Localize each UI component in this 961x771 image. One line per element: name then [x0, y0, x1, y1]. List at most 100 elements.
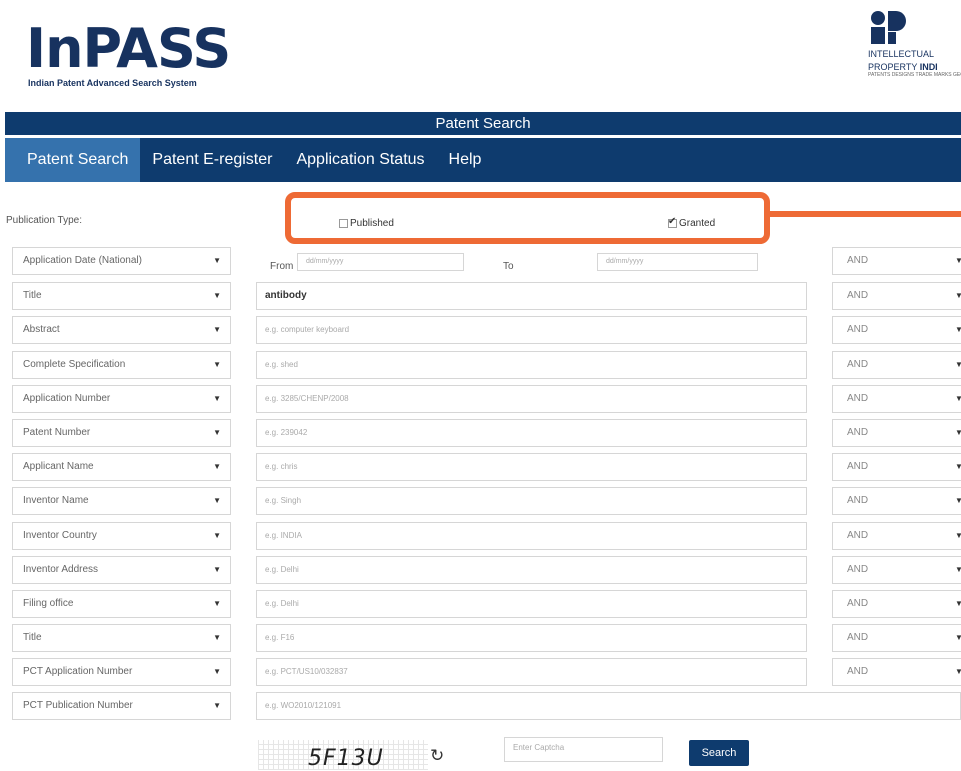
search-row: Application Number ▼ e.g. 3285/CHENP/2008… [0, 385, 961, 413]
search-input[interactable]: antibody [256, 282, 807, 310]
operator-select[interactable]: AND ▼ [832, 487, 961, 515]
search-input[interactable]: e.g. 3285/CHENP/2008 [256, 385, 807, 413]
search-row: Inventor Address ▼ e.g. Delhi AND ▼ [0, 556, 961, 584]
search-input[interactable]: e.g. F16 [256, 624, 807, 652]
operator-select[interactable]: AND ▼ [832, 522, 961, 550]
captcha-image: 5F13U [258, 740, 428, 771]
ip-logo-line2: PROPERTY INDI [868, 62, 938, 72]
search-input[interactable]: e.g. 239042 [256, 419, 807, 447]
field-select[interactable]: Filing office ▼ [12, 590, 231, 618]
highlight-box [285, 192, 770, 244]
dropdown-arrow-icon: ▼ [955, 599, 961, 608]
field-select[interactable]: Inventor Name ▼ [12, 487, 231, 515]
dropdown-arrow-icon: ▼ [213, 462, 221, 471]
dropdown-arrow-icon: ▼ [955, 291, 961, 300]
captcha-input[interactable]: Enter Captcha [504, 737, 663, 762]
captcha-text: 5F13U [308, 746, 384, 771]
operator-select[interactable]: AND ▼ [832, 624, 961, 652]
date-row: Application Date (National) ▼ From dd/mm/… [0, 247, 961, 275]
operator-select[interactable]: AND ▼ [832, 419, 961, 447]
field-select[interactable]: Title ▼ [12, 282, 231, 310]
search-row: Abstract ▼ e.g. computer keyboard AND ▼ [0, 316, 961, 344]
dropdown-arrow-icon: ▼ [955, 496, 961, 505]
dropdown-arrow-icon: ▼ [213, 565, 221, 574]
field-select[interactable]: Application Number ▼ [12, 385, 231, 413]
dropdown-arrow-icon: ▼ [955, 462, 961, 471]
search-row: Patent Number ▼ e.g. 239042 AND ▼ [0, 419, 961, 447]
search-row: Filing office ▼ e.g. Delhi AND ▼ [0, 590, 961, 618]
dropdown-arrow-icon: ▼ [213, 291, 221, 300]
operator-select[interactable]: AND ▼ [832, 316, 961, 344]
search-input[interactable]: e.g. Singh [256, 487, 807, 515]
operator-select[interactable]: AND ▼ [832, 351, 961, 379]
search-row: Title ▼ antibody AND ▼ [0, 282, 961, 310]
dropdown-arrow-icon: ▼ [213, 256, 221, 265]
dropdown-arrow-icon: ▼ [213, 428, 221, 437]
search-input[interactable]: e.g. computer keyboard [256, 316, 807, 344]
dropdown-arrow-icon: ▼ [955, 667, 961, 676]
search-row: Inventor Country ▼ e.g. INDIA AND ▼ [0, 522, 961, 550]
header: InPASS Indian Patent Advanced Search Sys… [0, 0, 961, 110]
operator-select[interactable]: AND ▼ [832, 590, 961, 618]
field-select[interactable]: Complete Specification ▼ [12, 351, 231, 379]
dropdown-arrow-icon: ▼ [955, 531, 961, 540]
field-select[interactable]: PCT Publication Number ▼ [12, 692, 231, 720]
operator-select[interactable]: AND ▼ [832, 282, 961, 310]
search-input[interactable]: e.g. INDIA [256, 522, 807, 550]
dropdown-arrow-icon: ▼ [955, 565, 961, 574]
operator-select[interactable]: AND ▼ [832, 385, 961, 413]
ip-india-logo: INTELLECTUAL PROPERTY INDI PATENTS DESIG… [868, 10, 961, 100]
field-select[interactable]: Inventor Address ▼ [12, 556, 231, 584]
search-input[interactable]: e.g. chris [256, 453, 807, 481]
dropdown-arrow-icon: ▼ [213, 325, 221, 334]
nav-help[interactable]: Help [437, 138, 494, 182]
search-button[interactable]: Search [689, 740, 749, 766]
dropdown-arrow-icon: ▼ [213, 633, 221, 642]
field-select[interactable]: Title ▼ [12, 624, 231, 652]
field-select[interactable]: PCT Application Number ▼ [12, 658, 231, 686]
search-row: PCT Application Number ▼ e.g. PCT/US10/03… [0, 658, 961, 686]
field-select[interactable]: Application Date (National) ▼ [12, 247, 231, 275]
operator-select[interactable]: AND ▼ [832, 247, 961, 275]
inpass-logo[interactable]: InPASS Indian Patent Advanced Search Sys… [26, 17, 231, 89]
search-row: Complete Specification ▼ e.g. shed AND ▼ [0, 351, 961, 379]
to-label: To [503, 261, 514, 272]
dropdown-arrow-icon: ▼ [213, 667, 221, 676]
refresh-icon[interactable]: ↻ [430, 747, 444, 764]
dropdown-arrow-icon: ▼ [213, 531, 221, 540]
logo-text: InPASS [26, 17, 231, 80]
from-date-input[interactable]: dd/mm/yyyy [297, 253, 464, 271]
dropdown-arrow-icon: ▼ [955, 633, 961, 642]
from-label: From [270, 261, 294, 272]
search-input[interactable]: e.g. Delhi [256, 590, 807, 618]
operator-select[interactable]: AND ▼ [832, 658, 961, 686]
search-input[interactable]: e.g. WO2010/121091 [256, 692, 961, 720]
to-date-input[interactable]: dd/mm/yyyy [597, 253, 758, 271]
dropdown-arrow-icon: ▼ [955, 394, 961, 403]
ip-logo-icon [871, 11, 906, 44]
nav-application-status[interactable]: Application Status [284, 138, 436, 182]
search-row: Inventor Name ▼ e.g. Singh AND ▼ [0, 487, 961, 515]
nav-patent-search[interactable]: Patent Search [5, 138, 141, 182]
dropdown-arrow-icon: ▼ [213, 599, 221, 608]
field-select[interactable]: Patent Number ▼ [12, 419, 231, 447]
search-input[interactable]: e.g. shed [256, 351, 807, 379]
field-select[interactable]: Applicant Name ▼ [12, 453, 231, 481]
field-select[interactable]: Inventor Country ▼ [12, 522, 231, 550]
search-input[interactable]: e.g. Delhi [256, 556, 807, 584]
dropdown-arrow-icon: ▼ [213, 496, 221, 505]
page-title-bar: Patent Search [5, 112, 961, 135]
search-row: PCT Publication Number ▼ e.g. WO2010/1210… [0, 692, 961, 720]
ip-logo-line1: INTELLECTUAL [868, 49, 935, 59]
dropdown-arrow-icon: ▼ [955, 256, 961, 265]
search-input[interactable]: e.g. PCT/US10/032837 [256, 658, 807, 686]
dropdown-arrow-icon: ▼ [955, 360, 961, 369]
dropdown-arrow-icon: ▼ [213, 394, 221, 403]
field-select[interactable]: Abstract ▼ [12, 316, 231, 344]
main-nav: Patent Search Patent E-register Applicat… [5, 138, 961, 182]
dropdown-arrow-icon: ▼ [213, 360, 221, 369]
operator-select[interactable]: AND ▼ [832, 556, 961, 584]
operator-select[interactable]: AND ▼ [832, 453, 961, 481]
dropdown-arrow-icon: ▼ [213, 701, 221, 710]
nav-patent-e-register[interactable]: Patent E-register [140, 138, 284, 182]
